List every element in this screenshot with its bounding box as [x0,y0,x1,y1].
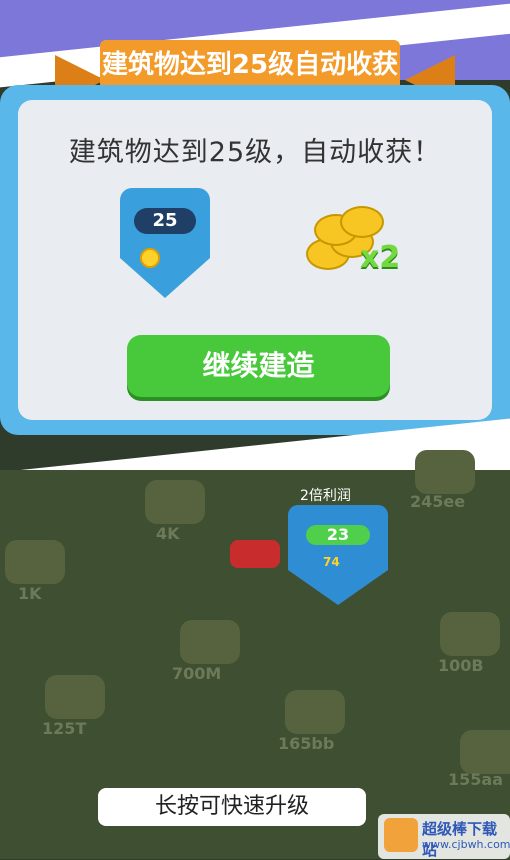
watermark-logo-icon [384,818,418,852]
badge-level-value: 25 [134,208,196,234]
building-plot[interactable] [180,620,240,664]
plot-value-label: 125T [42,719,87,738]
watermark-url: www.cjbwh.com [422,838,510,851]
plot-value-label: 165bb [278,734,335,753]
level-badge: 25 [120,188,210,298]
building-plot[interactable] [5,540,65,584]
upgrade-hint: 长按可快速升级 [98,788,366,826]
building-plot[interactable] [45,675,105,719]
coin-icon [340,206,384,238]
coin-icon [140,248,160,268]
plot-value-label: 100B [438,656,484,675]
badge-point [120,258,210,298]
reward-multiplier: x2 [360,240,401,275]
building-plot[interactable] [460,730,510,774]
building-income-value: 74 [323,555,340,569]
car-icon [230,540,280,568]
dialog-message: 建筑物达到25级，自动收获！ [68,137,442,168]
watermark: 超级棒下载站 www.cjbwh.com [378,814,510,859]
building-badge-point [288,570,388,605]
plot-value-label: 245ee [410,492,466,511]
building-plot[interactable] [415,450,475,494]
plot-value-label: 700M [172,664,222,683]
building-plot[interactable] [285,690,345,734]
building-badge[interactable]: 23 74 [288,505,388,605]
continue-building-button[interactable]: 继续建造 [127,335,390,397]
building-plot[interactable] [440,612,500,656]
plot-value-label: 1K [18,584,42,603]
profit-label: 2倍利润 [300,488,351,504]
dialog-title-ribbon: 建筑物达到25级自动收获 [100,40,400,90]
plot-value-label: 155aa [448,770,503,789]
plot-value-label: 4K [156,524,180,543]
building-plot[interactable] [145,480,205,524]
building-level-value: 23 [306,525,370,545]
